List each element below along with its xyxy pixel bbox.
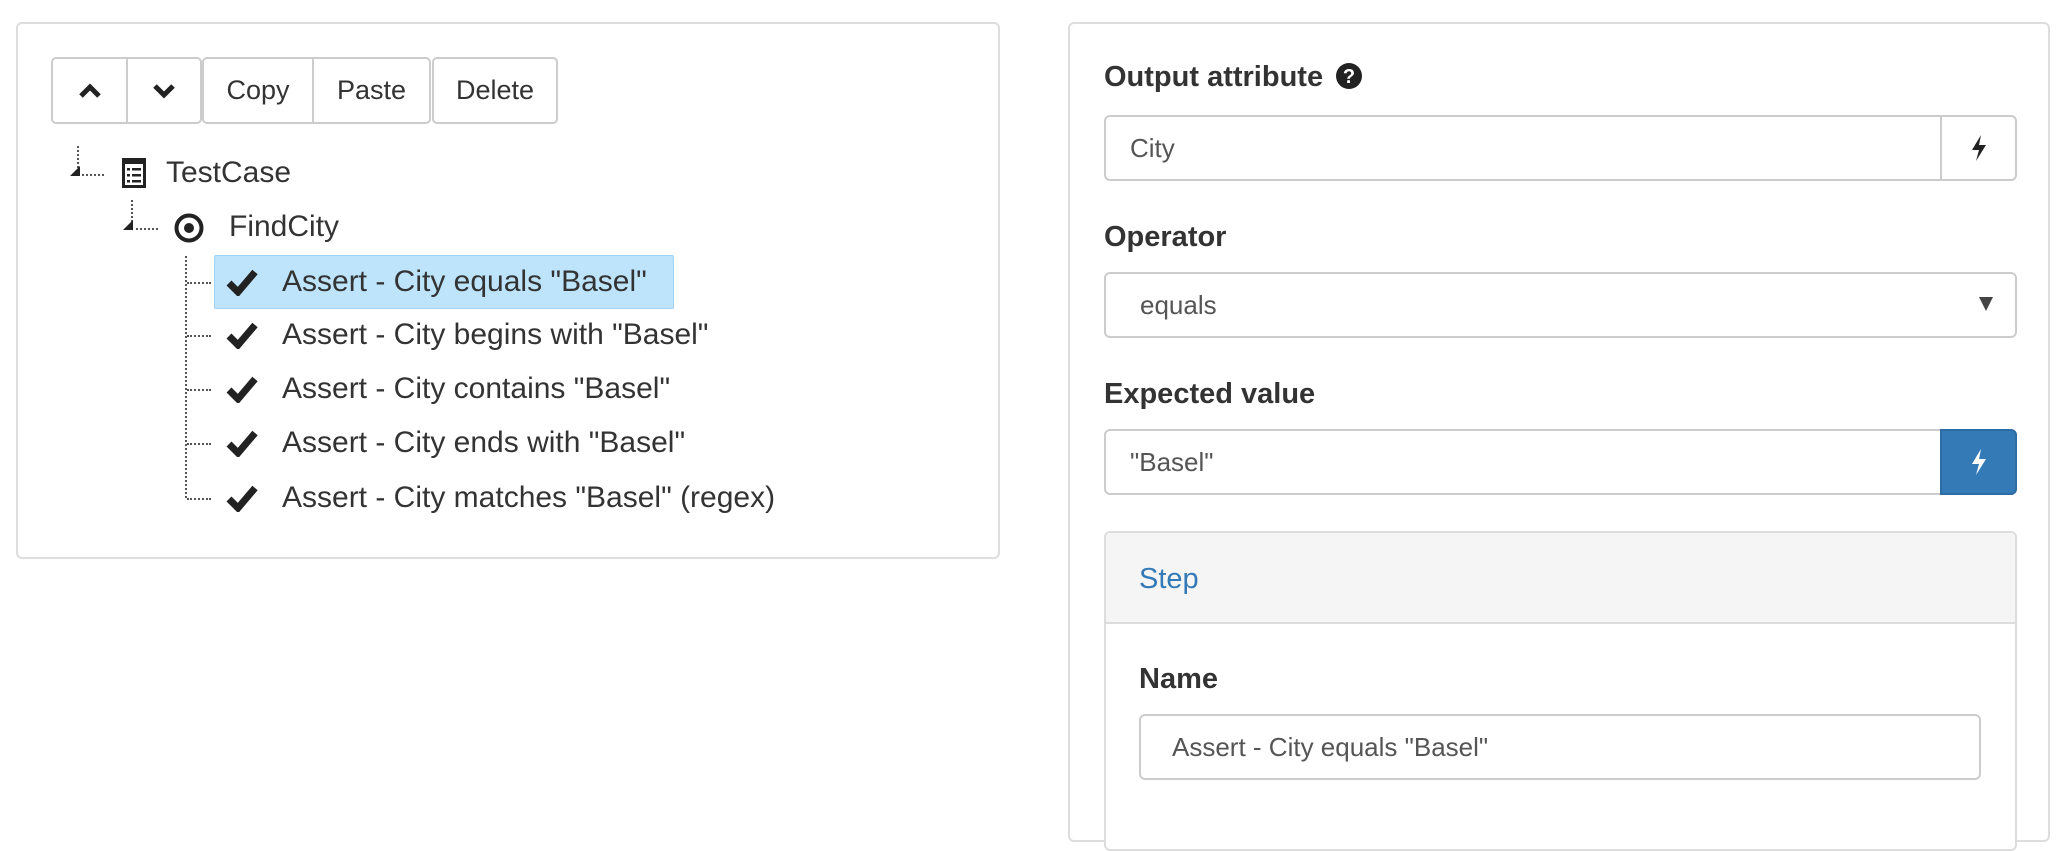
tree-node-findcity[interactable]: FindCity xyxy=(229,207,339,247)
chevron-up-icon xyxy=(78,82,101,98)
tree-connector xyxy=(187,443,211,445)
step-panel: Step xyxy=(1104,531,2017,851)
tree-connector xyxy=(82,174,104,176)
tree-node-assert[interactable]: Assert - City contains "Basel" xyxy=(282,369,670,409)
operator-value: equals xyxy=(1140,289,1217,320)
check-icon xyxy=(226,322,258,349)
name-label: Name xyxy=(1139,663,1218,695)
target-icon xyxy=(174,213,204,243)
check-icon xyxy=(226,485,258,512)
tree-node-assert[interactable]: Assert - City equals "Basel" xyxy=(282,262,647,302)
lightning-icon xyxy=(1971,135,1986,161)
copy-button[interactable]: Copy xyxy=(202,57,314,124)
tree-connector xyxy=(136,228,158,230)
output-attribute-expression-button[interactable] xyxy=(1940,115,2017,181)
tree-connector xyxy=(187,335,211,337)
expected-value-value: "Basel" xyxy=(1130,446,1214,477)
delete-button[interactable]: Delete xyxy=(432,57,558,124)
paste-button[interactable]: Paste xyxy=(312,57,431,124)
tree-connector xyxy=(185,256,187,498)
expected-value-expression-button[interactable] xyxy=(1940,429,2017,495)
tree-node-assert[interactable]: Assert - City ends with "Basel" xyxy=(282,423,685,463)
expected-value-input[interactable]: "Basel" xyxy=(1104,429,2017,495)
output-attribute-input[interactable]: City xyxy=(1104,115,2017,181)
check-icon xyxy=(226,269,258,296)
chevron-down-icon xyxy=(153,83,175,99)
dropdown-arrow-icon xyxy=(1979,297,1993,311)
tree-connector xyxy=(187,389,211,391)
move-down-button[interactable] xyxy=(126,57,202,124)
collapse-toggle-icon[interactable] xyxy=(70,166,80,176)
output-attribute-label: Output attribute ? xyxy=(1104,61,1363,94)
expected-value-label: Expected value xyxy=(1104,378,1316,410)
check-icon xyxy=(226,376,258,403)
tree-node-testcase[interactable]: TestCase xyxy=(166,153,291,193)
lightning-icon xyxy=(1971,449,1986,475)
output-attribute-value: City xyxy=(1130,132,1175,163)
check-icon xyxy=(226,430,258,457)
operator-select[interactable]: equals xyxy=(1104,272,2017,338)
name-value: Assert - City equals "Basel" xyxy=(1172,731,1489,762)
svg-text:?: ? xyxy=(1343,66,1355,88)
operator-label: Operator xyxy=(1104,221,1227,253)
tree-node-assert[interactable]: Assert - City matches "Basel" (regex) xyxy=(282,478,775,518)
collapse-toggle-icon[interactable] xyxy=(123,220,133,230)
step-panel-header: Step xyxy=(1106,533,2015,624)
tree-connector xyxy=(187,282,211,284)
tree-connector xyxy=(187,498,211,500)
help-icon[interactable]: ? xyxy=(1335,62,1363,90)
list-icon xyxy=(122,158,146,188)
step-panel-title[interactable]: Step xyxy=(1139,563,1199,596)
name-input[interactable]: Assert - City equals "Basel" xyxy=(1139,714,1981,780)
move-up-button[interactable] xyxy=(51,57,128,124)
tree-node-assert[interactable]: Assert - City begins with "Basel" xyxy=(282,315,708,355)
